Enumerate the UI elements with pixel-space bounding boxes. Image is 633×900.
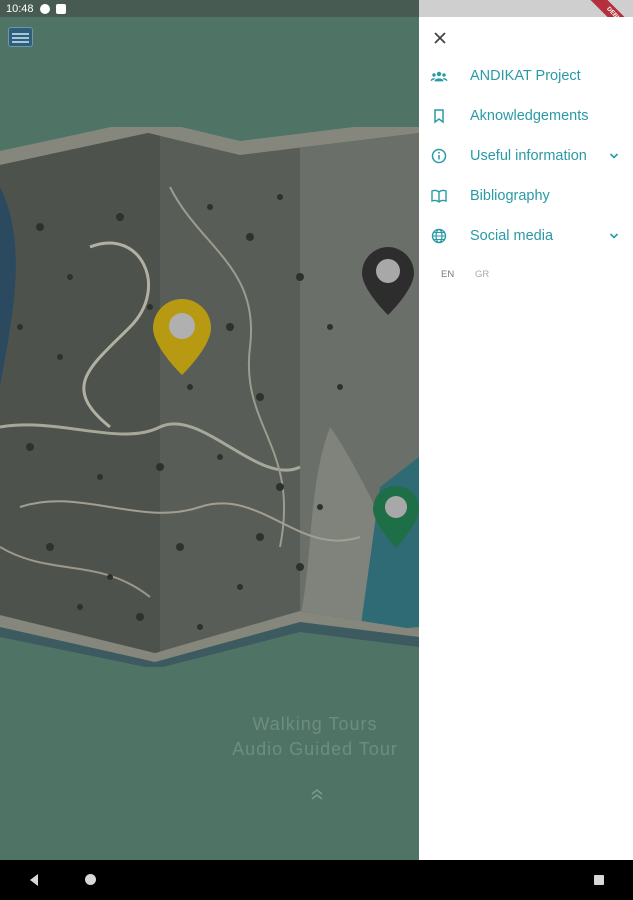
navigation-drawer: ANDIKAT Project Aknowledgements Useful i…	[419, 17, 633, 860]
chevron-up-icon[interactable]	[305, 784, 329, 804]
language-gr-button[interactable]: GR	[475, 269, 489, 280]
language-en-button[interactable]: EN	[441, 269, 454, 280]
status-time: 10:48	[6, 2, 34, 15]
bookmark-icon	[430, 107, 448, 125]
info-icon	[430, 147, 448, 165]
walking-tours-label[interactable]: Walking Tours	[200, 712, 419, 737]
app-logo-icon[interactable]	[8, 27, 33, 47]
menu-item-andikat-project[interactable]: ANDIKAT Project	[419, 60, 633, 92]
menu-label: Useful information	[470, 148, 587, 164]
globe-icon	[430, 227, 448, 245]
sim-icon	[55, 3, 66, 14]
notification-icon	[39, 3, 50, 14]
menu-item-useful-information[interactable]: Useful information	[419, 140, 633, 172]
book-icon	[430, 187, 448, 205]
map-view[interactable]	[0, 127, 419, 667]
chevron-down-icon[interactable]	[607, 149, 621, 163]
audio-guided-tour-label[interactable]: Audio Guided Tour	[200, 737, 419, 762]
back-icon[interactable]	[27, 873, 41, 887]
menu-item-social-media[interactable]: Social media	[419, 220, 633, 252]
menu-item-bibliography[interactable]: Bibliography	[419, 180, 633, 212]
menu-label: ANDIKAT Project	[470, 68, 581, 84]
home-icon[interactable]	[85, 874, 96, 885]
chevron-down-icon[interactable]	[607, 229, 621, 243]
menu-label: Aknowledgements	[470, 108, 589, 124]
close-icon[interactable]	[429, 27, 451, 49]
people-icon	[430, 67, 448, 85]
menu-label: Bibliography	[470, 188, 550, 204]
system-nav-bar	[0, 860, 633, 900]
menu-item-aknowledgements[interactable]: Aknowledgements	[419, 100, 633, 132]
main-area: Walking Tours Audio Guided Tour	[0, 17, 419, 860]
menu-label: Social media	[470, 228, 554, 244]
recent-apps-icon[interactable]	[594, 875, 604, 885]
drawer-status-area: DEBUG	[419, 0, 633, 49]
